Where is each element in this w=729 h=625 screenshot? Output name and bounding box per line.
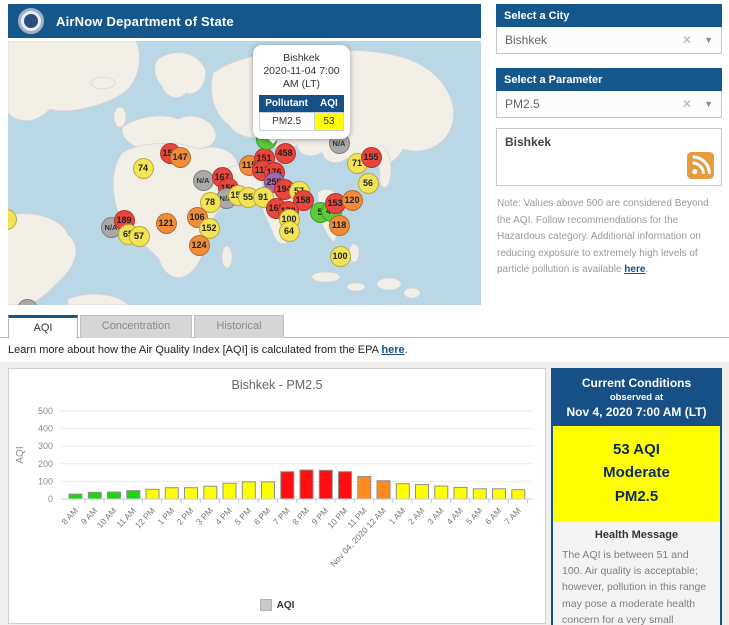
current-conditions-header: Current Conditions observed at Nov 4, 20…: [553, 370, 720, 426]
svg-text:10 AM: 10 AM: [95, 506, 119, 530]
aqi-marker[interactable]: 155: [361, 147, 382, 168]
popup-pollutant-value: PM2.5: [259, 113, 314, 131]
learn-more-text: Learn more about how the Air Quality Ind…: [8, 344, 381, 356]
health-message-text: The AQI is between 51 and 100. Air quali…: [553, 545, 720, 625]
aqi-chart-panel: Bishkek - PM2.5 0100200300400500AQI8 AM9…: [8, 368, 546, 624]
svg-text:300: 300: [38, 441, 53, 451]
aqi-marker[interactable]: 458: [275, 143, 296, 164]
current-conditions-title: Current Conditions: [557, 376, 716, 390]
svg-text:0: 0: [48, 494, 53, 504]
aqi-marker[interactable]: N/A: [193, 170, 214, 191]
learn-more-suffix: .: [405, 344, 408, 356]
aqi-category: Moderate: [557, 461, 716, 484]
beyond-aqi-note: Note: Values above 500 are considered Be…: [497, 196, 721, 279]
svg-text:6 AM: 6 AM: [483, 506, 504, 527]
aqi-marker[interactable]: 64: [279, 221, 300, 242]
svg-text:4 PM: 4 PM: [213, 506, 234, 527]
svg-text:12 PM: 12 PM: [133, 506, 157, 531]
aqi-marker[interactable]: 124: [189, 235, 210, 256]
aqi-summary-badge: 53 AQI Moderate PM2.5: [553, 426, 720, 522]
svg-text:2 PM: 2 PM: [175, 506, 196, 527]
svg-text:100: 100: [38, 476, 53, 486]
map-popup: Bishkek 2020-11-04 7:00 AM (LT) Pollutan…: [253, 45, 350, 139]
aqi-marker[interactable]: 147: [170, 147, 191, 168]
observed-datetime: Nov 4, 2020 7:00 AM (LT): [557, 405, 716, 419]
parameter-select-value: PM2.5: [505, 97, 682, 111]
note-text: Note: Values above 500 are considered Be…: [497, 198, 709, 275]
aqi-marker[interactable]: 100: [330, 246, 351, 267]
chevron-down-icon[interactable]: ▼: [704, 99, 713, 109]
chart-title: Bishkek - PM2.5: [9, 378, 545, 392]
aqi-bar-chart: 0100200300400500AQI8 AM9 AM10 AM11 AM12 …: [11, 397, 545, 582]
legend-swatch: [260, 599, 272, 611]
tab-concentration[interactable]: Concentration: [80, 315, 192, 338]
note-suffix: .: [645, 264, 648, 275]
clear-parameter-icon[interactable]: ✕: [682, 97, 692, 111]
aqi-marker[interactable]: 118: [329, 215, 350, 236]
chevron-down-icon[interactable]: ▼: [704, 35, 713, 45]
tab-historical[interactable]: Historical: [194, 315, 284, 338]
select-parameter-header: Select a Parameter: [496, 68, 722, 91]
learn-more-here-link[interactable]: here: [381, 344, 404, 356]
select-city-header: Select a City: [496, 4, 722, 27]
svg-text:8 PM: 8 PM: [290, 506, 311, 527]
tab-aqi[interactable]: AQI: [8, 315, 78, 339]
popup-table: Pollutant AQI PM2.5 53: [259, 95, 345, 131]
city-feed-box: Bishkek: [496, 128, 722, 186]
svg-text:10 PM: 10 PM: [325, 506, 349, 531]
svg-text:5 AM: 5 AM: [464, 506, 485, 527]
svg-text:1 PM: 1 PM: [155, 506, 176, 527]
department-of-state-seal-icon: [18, 8, 44, 34]
current-conditions-panel: Current Conditions observed at Nov 4, 20…: [551, 368, 722, 625]
popup-col-aqi: AQI: [314, 95, 344, 113]
svg-text:400: 400: [38, 424, 53, 434]
aqi-marker[interactable]: 120: [342, 190, 363, 211]
observed-at-label: observed at: [557, 392, 716, 403]
svg-text:3 PM: 3 PM: [194, 506, 215, 527]
popup-col-pollutant: Pollutant: [259, 95, 314, 113]
rss-feed-icon[interactable]: [687, 152, 714, 179]
app-title: AirNow Department of State: [56, 14, 234, 29]
aqi-marker[interactable]: 74: [133, 158, 154, 179]
tab-bar: AQIConcentrationHistorical: [0, 315, 729, 338]
svg-text:7 AM: 7 AM: [502, 506, 523, 527]
svg-text:500: 500: [38, 406, 53, 416]
svg-text:2 AM: 2 AM: [406, 506, 427, 527]
svg-text:3 AM: 3 AM: [425, 506, 446, 527]
feed-city-title: Bishkek: [505, 135, 713, 149]
svg-text:5 PM: 5 PM: [232, 506, 253, 527]
popup-aqi-value: 53: [314, 113, 344, 131]
svg-text:7 PM: 7 PM: [271, 506, 292, 527]
svg-text:200: 200: [38, 459, 53, 469]
parameter-select[interactable]: PM2.5 ✕ ▼: [496, 91, 722, 118]
world-aqi-map[interactable]: 8N/A74151147N/A167150N/A1525578106152124…: [8, 41, 481, 305]
city-select[interactable]: Bishkek ✕ ▼: [496, 27, 722, 54]
svg-text:4 AM: 4 AM: [444, 506, 465, 527]
legend-label: AQI: [277, 600, 295, 611]
aqi-marker[interactable]: 56: [358, 173, 379, 194]
bottom-section: Bishkek - PM2.5 0100200300400500AQI8 AM9…: [0, 362, 729, 625]
svg-text:8 AM: 8 AM: [59, 506, 80, 527]
aqi-marker[interactable]: 57: [129, 226, 150, 247]
svg-text:AQI: AQI: [15, 446, 26, 463]
app-header: AirNow Department of State: [8, 4, 481, 38]
health-message-header: Health Message: [553, 522, 720, 545]
airnow-page: AirNow Department of State: [0, 0, 729, 625]
popup-datetime: 2020-11-04 7:00 AM (LT): [258, 65, 345, 91]
aqi-marker[interactable]: 121: [156, 213, 177, 234]
svg-text:1 AM: 1 AM: [387, 506, 408, 527]
note-here-link[interactable]: here: [624, 264, 645, 275]
city-select-value: Bishkek: [505, 33, 682, 47]
chart-legend: AQI: [9, 599, 545, 611]
aqi-value: 53 AQI: [557, 438, 716, 461]
aqi-pollutant: PM2.5: [557, 485, 716, 508]
learn-more-line: Learn more about how the Air Quality Ind…: [8, 344, 408, 356]
clear-city-icon[interactable]: ✕: [682, 33, 692, 47]
svg-text:6 PM: 6 PM: [252, 506, 273, 527]
popup-city: Bishkek: [258, 52, 345, 64]
